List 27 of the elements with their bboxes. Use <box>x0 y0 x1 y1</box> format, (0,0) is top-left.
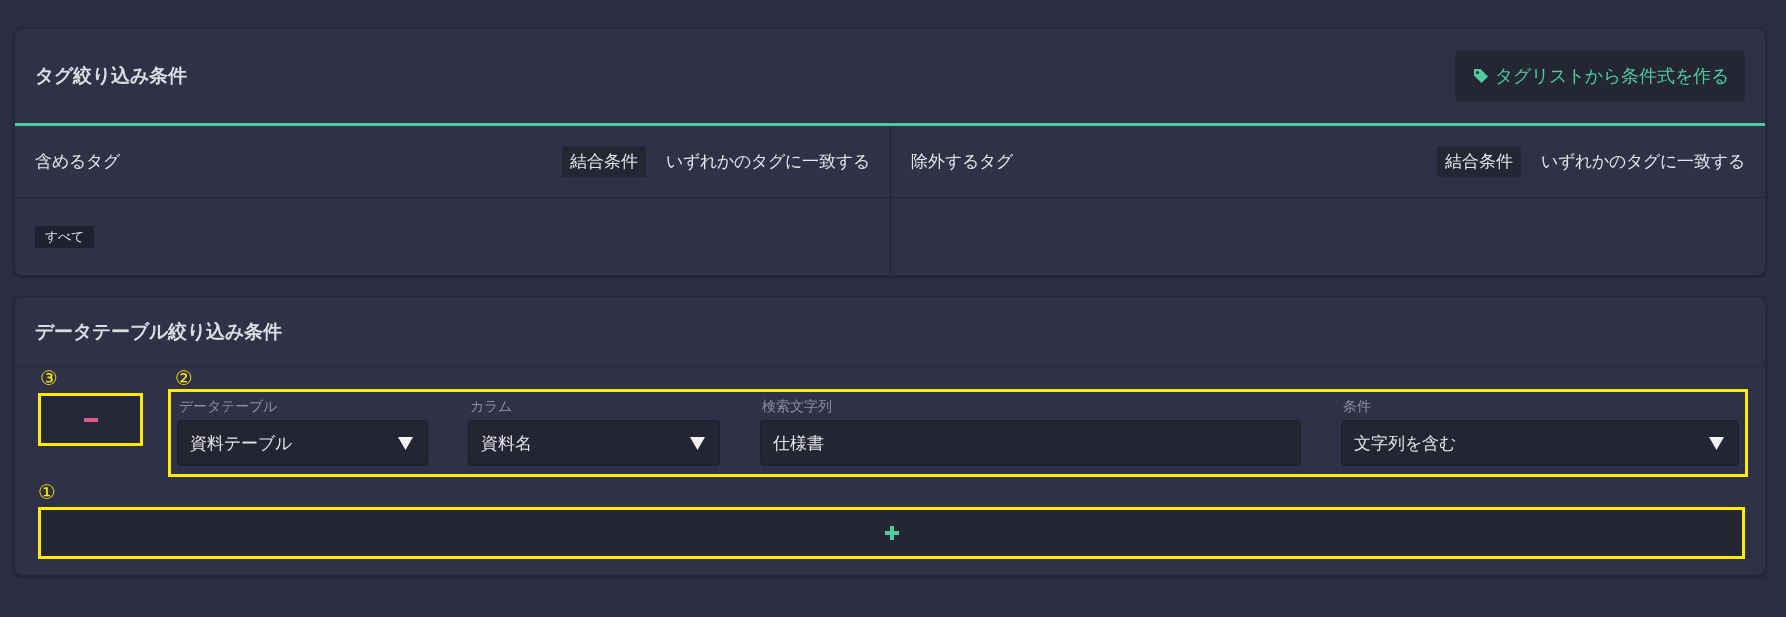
build-from-tag-list-button[interactable]: タグリストから条件式を作る <box>1455 50 1745 102</box>
field-label: 条件 <box>1342 397 1373 416</box>
dropdown[interactable]: 資料名 <box>468 420 720 466</box>
join-condition-label: 結合条件 <box>1437 146 1521 177</box>
tag-icon <box>1473 68 1489 84</box>
join-condition-value[interactable]: いずれかのタグに一致する <box>1541 150 1745 173</box>
search-text-field[interactable]: 仕様書 <box>759 420 1302 466</box>
join-condition-value[interactable]: いずれかのタグに一致する <box>665 150 870 173</box>
field-label: 検索文字列 <box>760 397 833 416</box>
plus-icon <box>884 526 899 540</box>
annotation-number: ② <box>174 367 194 389</box>
section-title: データテーブル絞り込み条件 <box>35 318 282 344</box>
annotation-number: ③ <box>39 367 59 389</box>
column-label: 含めるタグ <box>35 150 121 173</box>
dropdown-arrow-icon <box>398 436 414 450</box>
dropdown[interactable]: 資料テーブル <box>177 420 429 466</box>
minus-icon <box>83 417 98 422</box>
section-title: タグ絞り込み条件 <box>35 63 187 88</box>
join-condition-label: 結合条件 <box>561 146 646 177</box>
tag-chip[interactable]: すべて <box>35 225 94 248</box>
dropdown[interactable]: 文字列を含む <box>1341 420 1739 466</box>
field-label: データテーブル <box>178 397 278 416</box>
annotation-number: ① <box>38 481 57 503</box>
field-label: カラム <box>469 397 514 416</box>
dropdown-arrow-icon <box>1709 436 1724 450</box>
column-label: 除外するタグ <box>910 150 1014 173</box>
dropdown-arrow-icon <box>689 436 705 450</box>
